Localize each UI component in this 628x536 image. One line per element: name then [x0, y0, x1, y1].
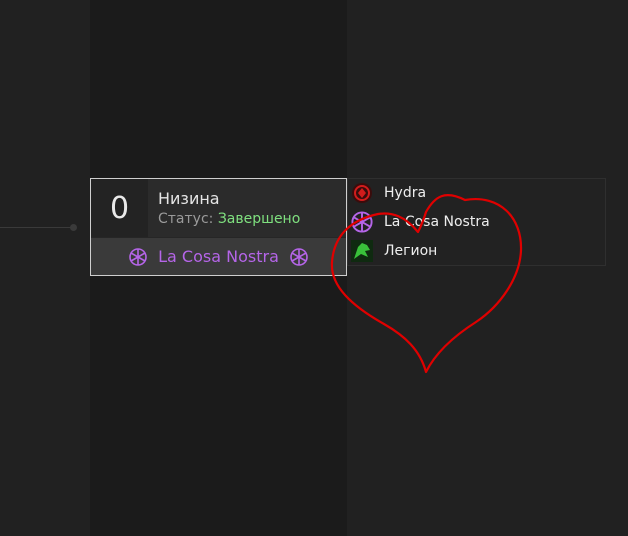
- teams-panel: Hydra La Cosa Nostra Легион: [347, 178, 606, 266]
- team-row-legion[interactable]: Легион: [348, 237, 437, 265]
- match-card-header: 0 Низина Статус: Завершено: [91, 179, 346, 237]
- match-winner-bar: La Cosa Nostra: [91, 237, 346, 275]
- status-value: Завершено: [217, 211, 301, 227]
- bracket-view: 0 Низина Статус: Завершено La Cosa Nostr…: [0, 0, 628, 536]
- legion-logo-icon: [348, 237, 376, 265]
- bracket-connector-dot: [70, 224, 77, 231]
- status-label: Статус:: [158, 211, 214, 227]
- match-score: 0: [109, 190, 130, 226]
- cosa-nostra-logo-icon: [129, 247, 147, 266]
- team-name: La Cosa Nostra: [384, 214, 490, 230]
- winner-team-name: La Cosa Nostra: [158, 247, 279, 266]
- score-box: 0: [91, 179, 148, 237]
- cosa-nostra-logo-icon: [290, 247, 308, 266]
- team-row-cosa-nostra[interactable]: La Cosa Nostra: [348, 208, 490, 236]
- team-name: Hydra: [384, 185, 427, 201]
- bracket-connector-line: [0, 227, 72, 228]
- match-status: Статус: Завершено: [158, 211, 300, 227]
- team-row-hydra[interactable]: Hydra: [348, 179, 426, 207]
- match-card[interactable]: 0 Низина Статус: Завершено La Cosa Nostr…: [90, 178, 347, 276]
- cosa-nostra-logo-icon: [348, 208, 376, 236]
- team-name: Легион: [384, 243, 438, 259]
- match-title: Низина: [158, 189, 220, 208]
- hydra-logo-icon: [348, 179, 376, 207]
